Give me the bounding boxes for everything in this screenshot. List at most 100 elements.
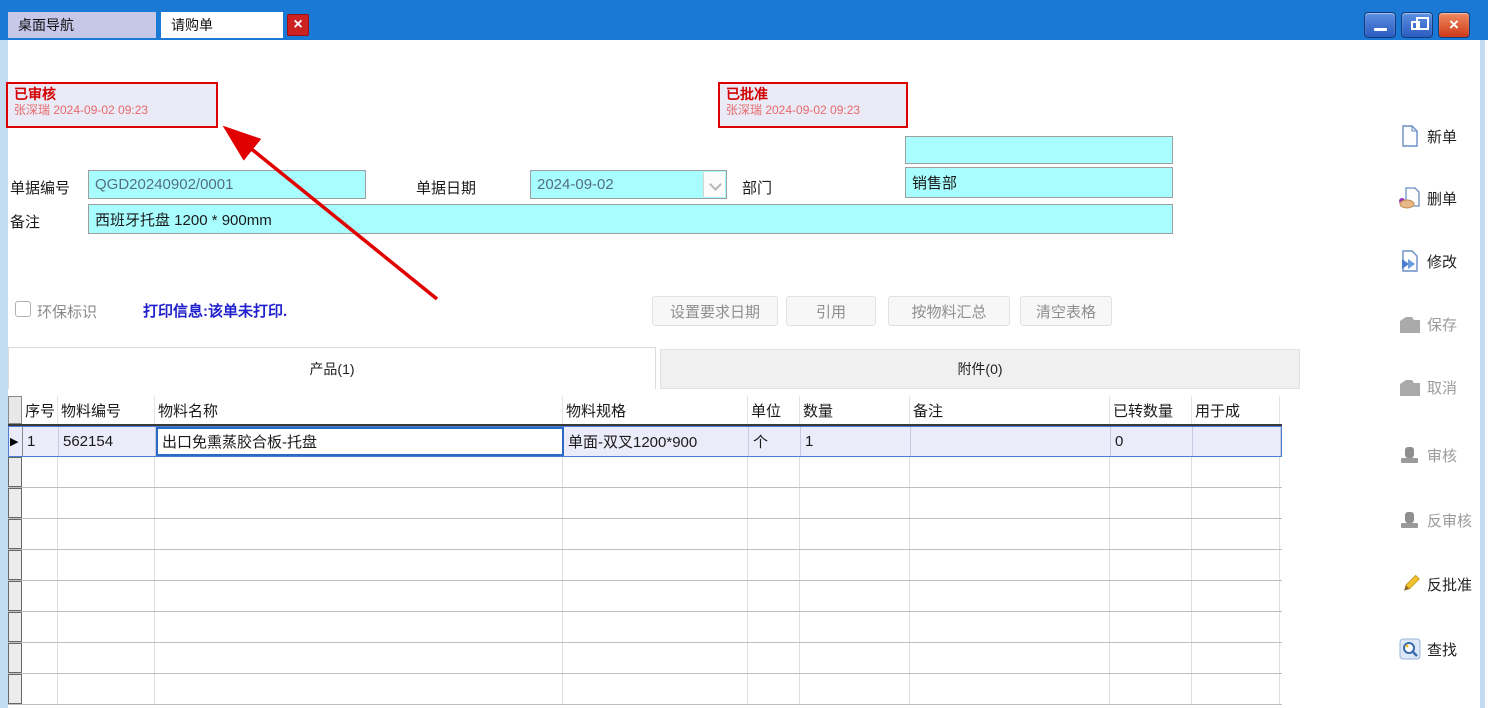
audited-stamp: 已审核 张深瑞 2024-09-02 09:23 [6,82,218,128]
row-selector [8,488,22,518]
col-material-spec[interactable]: 物料规格 [563,396,748,424]
empty-cell [748,674,800,704]
empty-cell [910,488,1110,518]
sidebar-button[interactable]: 查找 [1398,635,1457,663]
empty-cell [1110,519,1192,549]
col-remark[interactable]: 备注 [910,396,1110,424]
minimize-button[interactable] [1364,12,1396,38]
sidebar-button-label: 反批准 [1427,574,1472,595]
doc-date-combobox[interactable]: 2024-09-02 [530,170,727,199]
empty-cell [1110,612,1192,642]
empty-cell [800,674,910,704]
col-seq[interactable]: 序号 [22,396,58,424]
empty-cell [748,581,800,611]
row-selector-arrow-icon[interactable]: ▶ [9,427,23,456]
sidebar-button-label: 删单 [1427,188,1457,209]
minimize-icon [1374,28,1387,31]
empty-cell [910,550,1110,580]
col-used-for[interactable]: 用于成 [1192,396,1280,424]
col-unit[interactable]: 单位 [748,396,800,424]
empty-cell [910,643,1110,673]
empty-cell [22,457,58,487]
sidebar-button[interactable]: 新单 [1398,122,1457,150]
table-row[interactable]: ▶ 1 562154 出口免熏蒸胶合板-托盘 单面-双叉1200*900 个 1… [8,426,1282,457]
empty-cell [58,674,155,704]
col-material-name[interactable]: 物料名称 [155,396,563,424]
empty-cell [58,581,155,611]
audited-by: 张深瑞 2024-09-02 09:23 [14,103,210,118]
cell-material-code[interactable]: 562154 [59,427,156,456]
empty-cell [155,674,563,704]
empty-cell [800,519,910,549]
cell-material-spec[interactable]: 单面-双叉1200*900 [564,427,749,456]
sidebar-button[interactable]: 修改 [1398,247,1457,275]
close-button[interactable]: × [1438,12,1470,38]
eco-checkbox[interactable] [15,301,31,317]
sidebar-button-label: 反审核 [1427,510,1472,531]
table-empty-row [8,457,1282,488]
chevron-down-icon[interactable] [703,172,725,197]
cancel-icon [1398,375,1422,399]
sidebar-button[interactable]: 反批准 [1398,570,1472,598]
unaudit-icon [1398,508,1422,532]
empty-cell [155,581,563,611]
col-converted-qty[interactable]: 已转数量 [1110,396,1192,424]
tab-close-icon[interactable]: × [287,14,309,36]
remark-field[interactable]: 西班牙托盘 1200 * 900mm [88,204,1173,234]
table-empty-row [8,674,1282,705]
dept-field[interactable]: 销售部 [905,167,1173,198]
window-top-bar [0,0,1488,10]
row-selector [8,519,22,549]
table-empty-row [8,581,1282,612]
empty-cell [22,581,58,611]
tab-product[interactable]: 产品(1) [8,347,656,389]
col-qty[interactable]: 数量 [800,396,910,424]
empty-cell [563,457,748,487]
extra-field[interactable] [905,136,1173,164]
quote-button[interactable]: 引用 [786,296,876,326]
row-selector [8,581,22,611]
empty-cell [155,612,563,642]
empty-cell [1192,612,1280,642]
doc-no-label: 单据编号 [10,177,70,198]
tab-attachment[interactable]: 附件(0) [660,349,1300,389]
empty-cell [1192,581,1280,611]
empty-cell [800,550,910,580]
set-required-date-button[interactable]: 设置要求日期 [652,296,778,326]
cell-unit[interactable]: 个 [749,427,801,456]
cell-remark[interactable] [911,427,1111,456]
cell-material-name[interactable]: 出口免熏蒸胶合板-托盘 [156,427,564,456]
table-header-row: 序号 物料编号 物料名称 物料规格 单位 数量 备注 已转数量 用于成 [8,396,1282,426]
tab-purchase-request[interactable]: 请购单 [161,12,283,38]
empty-cell [800,643,910,673]
empty-cell [910,519,1110,549]
sidebar-button[interactable]: 删单 [1398,184,1457,212]
cell-used-for[interactable] [1193,427,1281,456]
sidebar-button-label: 审核 [1427,445,1457,466]
tab-label: 请购单 [171,17,213,33]
empty-cell [58,612,155,642]
cell-seq[interactable]: 1 [23,427,59,456]
table-empty-row [8,612,1282,643]
empty-cell [748,519,800,549]
restore-button[interactable] [1401,12,1433,38]
empty-cell [800,581,910,611]
empty-cell [563,643,748,673]
empty-cell [748,550,800,580]
col-material-code[interactable]: 物料编号 [58,396,155,424]
clear-table-button[interactable]: 清空表格 [1020,296,1112,326]
empty-cell [910,674,1110,704]
sidebar-button: 审核 [1398,441,1457,469]
cell-qty[interactable]: 1 [801,427,911,456]
empty-cell [22,643,58,673]
eco-checkbox-label: 环保标识 [37,301,97,322]
doc-no-field[interactable]: QGD20240902/0001 [88,170,366,199]
summarize-by-material-button[interactable]: 按物料汇总 [888,296,1010,326]
sidebar-button-label: 修改 [1427,251,1457,272]
table-empty-row [8,488,1282,519]
empty-cell [22,674,58,704]
cell-converted-qty[interactable]: 0 [1111,427,1193,456]
empty-cell [748,488,800,518]
tab-desktop-nav[interactable]: 桌面导航 [8,12,156,38]
sidebar-button-label: 取消 [1427,377,1457,398]
